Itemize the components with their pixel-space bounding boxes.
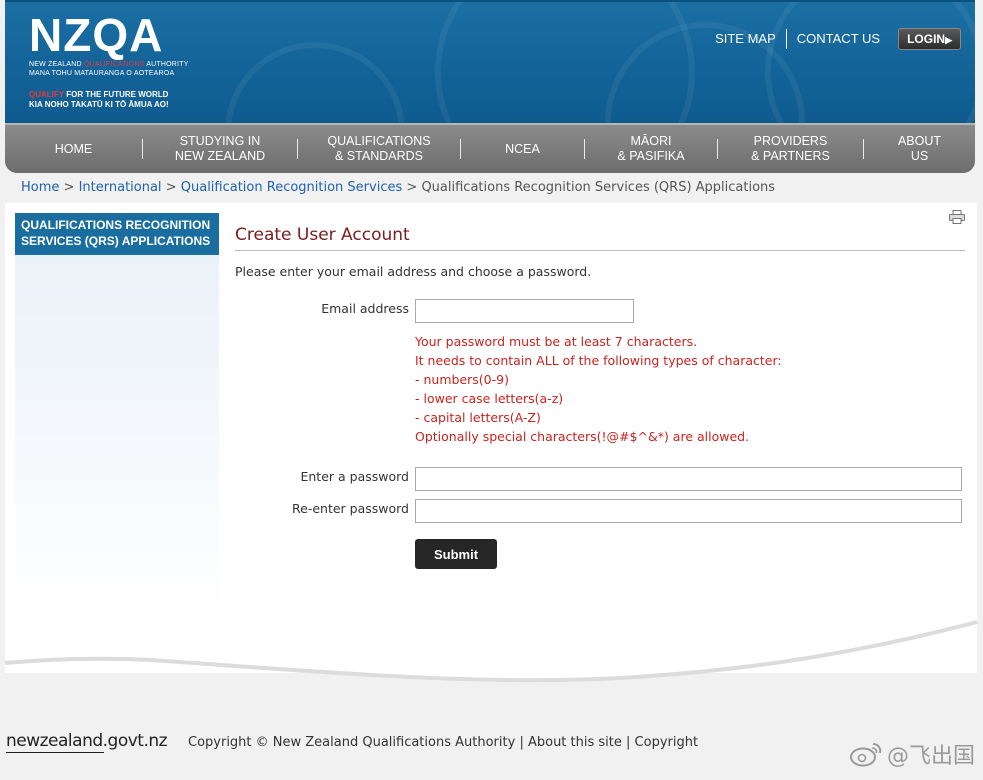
weibo-icon — [849, 743, 882, 767]
nav-divider — [460, 139, 461, 159]
footer-about-link[interactable]: About this site — [528, 735, 622, 750]
nav-item-maori[interactable]: MĀORI & PASIFIKA — [585, 125, 717, 173]
password-label: Enter a password — [300, 469, 409, 484]
rule-line: Your password must be at least 7 charact… — [415, 334, 698, 349]
password-rules: Your password must be at least 7 charact… — [415, 332, 782, 446]
logo-tagline-maori: KIA NOHO TAKATŪ KI TŌ ĀMUA AO! — [29, 100, 169, 109]
weibo-watermark: @飞出国 — [849, 738, 975, 770]
breadcrumb-current: Qualifications Recognition Services (QRS… — [421, 180, 776, 195]
tagline-qualify: QUALIFY — [29, 90, 64, 99]
nav-item-providers[interactable]: PROVIDERS & PARTNERS — [718, 125, 863, 173]
logo-maori-line: MANA TOHU MATAURANGA O AOTEAROA — [29, 70, 175, 77]
logo-line1-a: NEW ZEALAND — [29, 61, 82, 68]
nav-divider — [584, 139, 585, 159]
login-label: LOGIN — [907, 32, 946, 46]
breadcrumb-international[interactable]: International — [79, 180, 162, 195]
footer-sep: | — [626, 735, 631, 750]
breadcrumb: Home > International > Qualification Rec… — [21, 180, 775, 195]
main-nav: HOME STUDYING IN NEW ZEALAND QUALIFICATI… — [5, 123, 975, 173]
nav-item-home[interactable]: HOME — [5, 125, 142, 173]
breadcrumb-home[interactable]: Home — [21, 180, 59, 195]
reenter-password-field[interactable] — [415, 499, 962, 523]
nzqa-logo[interactable]: NZQA NEW ZEALAND QUALIFICATIONS AUTHORIT… — [29, 10, 189, 110]
footer-copyright-link[interactable]: Copyright — [635, 735, 699, 750]
nav-divider — [863, 139, 864, 159]
play-arrow-icon: ▶ — [945, 35, 952, 45]
title-divider — [235, 250, 965, 251]
form-intro: Please enter your email address and choo… — [235, 264, 592, 279]
footer-sep: | — [519, 735, 524, 750]
sidebar-heading[interactable]: QUALIFICATIONS RECOGNITION SERVICES (QRS… — [15, 213, 219, 255]
logo-tagline: QUALIFY FOR THE FUTURE WORLD — [29, 90, 189, 100]
email-field[interactable] — [415, 299, 634, 323]
rule-line: - capital letters(A-Z) — [415, 410, 541, 425]
rule-line: - lower case letters(a-z) — [415, 391, 564, 406]
logo-authority-line: NEW ZEALAND QUALIFICATIONS AUTHORITY — [29, 60, 189, 69]
contact-us-link[interactable]: CONTACT US — [785, 29, 890, 49]
rule-line: Optionally special characters(!@#$^&*) a… — [415, 429, 750, 444]
submit-button[interactable]: Submit — [415, 539, 497, 569]
watermark-text: @飞出国 — [886, 744, 975, 769]
nav-divider — [142, 139, 143, 159]
sidebar-body — [15, 255, 219, 615]
email-label: Email address — [321, 301, 409, 316]
top-links: SITE MAP CONTACT US LOGIN▶ — [705, 28, 961, 50]
govt-logo-underline — [6, 752, 104, 753]
rule-line: - numbers(0-9) — [415, 372, 509, 387]
nav-item-qualifications[interactable]: QUALIFICATIONS & STANDARDS — [298, 125, 460, 173]
reenter-password-label: Re-enter password — [292, 501, 409, 516]
print-icon[interactable] — [949, 210, 965, 224]
nav-item-studying[interactable]: STUDYING IN NEW ZEALAND — [143, 125, 297, 173]
logo-line1-b: QUALIFICATIONS — [83, 61, 145, 68]
nav-divider — [297, 139, 298, 159]
site-header: NZQA NEW ZEALAND QUALIFICATIONS AUTHORIT… — [5, 0, 975, 123]
govt-nz-logo[interactable]: newzealand.govt.nz — [6, 731, 168, 751]
breadcrumb-sep: > — [165, 180, 177, 195]
nav-divider — [717, 139, 718, 159]
breadcrumb-sep: > — [406, 180, 418, 195]
nav-item-about[interactable]: ABOUT US — [864, 125, 975, 173]
panel-wave-edge — [4, 600, 978, 683]
rule-line: It needs to contain ALL of the following… — [415, 353, 782, 368]
footer-links: Copyright © New Zealand Qualifications A… — [188, 735, 698, 750]
logo-line1-c: AUTHORITY — [146, 61, 189, 68]
tagline-rest: FOR THE FUTURE WORLD — [66, 90, 169, 99]
footer-copyright-text: Copyright © New Zealand Qualifications A… — [188, 735, 516, 750]
breadcrumb-sep: > — [63, 180, 75, 195]
nav-item-ncea[interactable]: NCEA — [461, 125, 584, 173]
password-field[interactable] — [415, 467, 962, 491]
login-button[interactable]: LOGIN▶ — [898, 28, 961, 50]
site-map-link[interactable]: SITE MAP — [705, 29, 786, 49]
breadcrumb-qrs[interactable]: Qualification Recognition Services — [181, 180, 403, 195]
logo-mark: NZQA — [29, 9, 164, 61]
page-title: Create User Account — [235, 225, 410, 245]
